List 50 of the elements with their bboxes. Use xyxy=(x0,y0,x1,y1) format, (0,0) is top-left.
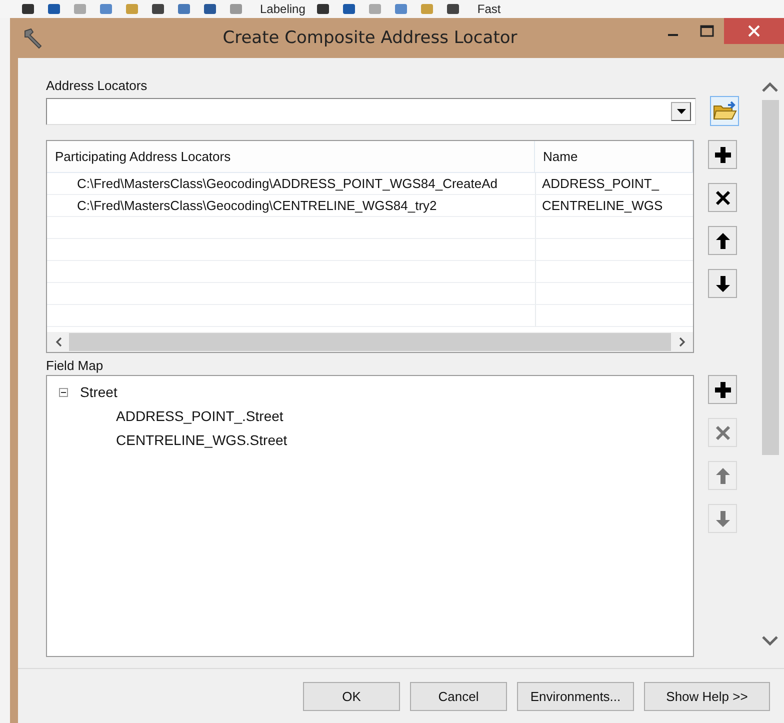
toolbar-icon[interactable] xyxy=(202,3,218,15)
plus-icon xyxy=(714,146,732,164)
cancel-button[interactable]: Cancel xyxy=(410,682,507,710)
vertical-scrollbar-thumb[interactable] xyxy=(762,100,778,455)
table-cell: ADDRESS_POINT_ xyxy=(535,173,693,195)
remove-button[interactable] xyxy=(708,183,737,212)
toolbar-icon[interactable] xyxy=(150,3,166,15)
minimize-icon xyxy=(668,34,678,36)
toolbar-icon[interactable] xyxy=(341,3,358,15)
field-label: Address Locators xyxy=(46,78,148,95)
window-title: Create Composite Address Locator xyxy=(222,28,518,48)
add-button[interactable] xyxy=(708,375,737,404)
hammer-icon xyxy=(22,27,44,49)
toolbar-icon[interactable] xyxy=(315,3,332,15)
arrow-down-icon xyxy=(714,274,732,292)
add-button[interactable] xyxy=(708,140,737,169)
tree-item[interactable]: CENTRELINE_WGS.Street xyxy=(116,432,288,448)
field-map-label: Field Map xyxy=(46,359,104,373)
arrow-down-icon xyxy=(714,510,732,528)
move-down-button[interactable] xyxy=(708,269,737,298)
arrow-up-icon xyxy=(714,232,732,250)
plus-icon xyxy=(714,380,732,398)
table-cell: C:\Fred\MastersClass\Geocoding\ADDRESS_POINT_WGS84_CreateAd xyxy=(47,173,535,195)
ok-button[interactable]: OK xyxy=(303,682,400,710)
collapse-toggle[interactable] xyxy=(59,388,68,396)
close-button[interactable] xyxy=(724,18,784,44)
toolbar-label[interactable]: Labeling xyxy=(260,2,306,16)
environments-button[interactable]: Environments... xyxy=(517,682,634,710)
table-cell: C:\Fred\MastersClass\Geocoding\CENTRELINE_WGS84_try2 xyxy=(47,195,535,217)
column-header[interactable]: Participating Address Locators xyxy=(47,141,535,173)
toolbar-icon[interactable] xyxy=(445,3,462,15)
caret-icon xyxy=(676,108,686,114)
move-up-button[interactable] xyxy=(708,226,737,255)
close-icon xyxy=(714,188,732,206)
show-help-button[interactable]: Show Help >> xyxy=(644,682,770,710)
toolbar-icon[interactable] xyxy=(20,3,36,15)
horizontal-scrollbar-thumb[interactable] xyxy=(69,333,671,351)
column-header[interactable]: Name xyxy=(535,141,693,173)
maximize-icon xyxy=(700,25,714,37)
table-cell: CENTRELINE_WGS xyxy=(535,195,693,217)
dropdown-arrow-button[interactable] xyxy=(671,102,691,120)
close-icon xyxy=(714,424,732,442)
tree-item[interactable]: ADDRESS_POINT_.Street xyxy=(116,408,284,424)
close-icon xyxy=(748,25,760,37)
tree-item[interactable]: Street xyxy=(80,384,118,400)
open-folder-button[interactable] xyxy=(710,96,739,126)
folder-icon xyxy=(712,101,736,121)
arrow-up-icon xyxy=(714,466,732,484)
toolbar-label[interactable]: Fast xyxy=(477,2,501,16)
toolbar-icon[interactable] xyxy=(46,3,62,15)
